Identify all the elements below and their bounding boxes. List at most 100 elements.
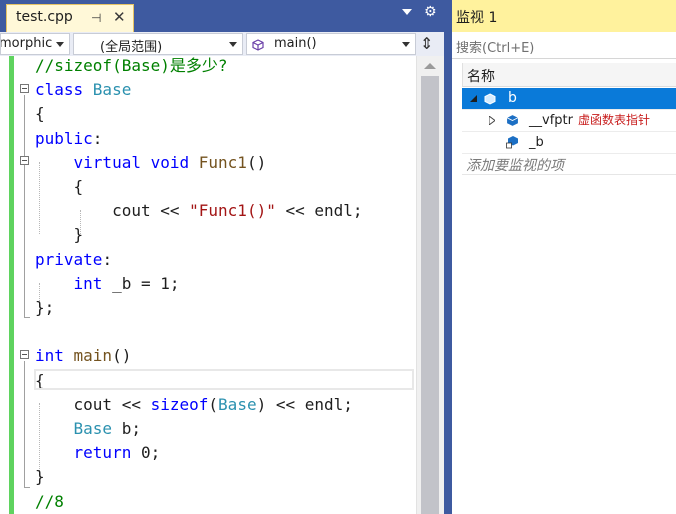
code-token: () bbox=[112, 346, 132, 366]
fold-toggle-class[interactable] bbox=[20, 84, 29, 93]
function-dropdown-value: main() bbox=[274, 36, 317, 51]
watch-row-b-name: b bbox=[508, 90, 517, 106]
project-dropdown-value: morphic bbox=[0, 36, 53, 51]
code-token: }; bbox=[35, 298, 55, 317]
code-line[interactable]: } bbox=[35, 465, 45, 489]
outline-end bbox=[24, 487, 30, 488]
code-token: cout bbox=[35, 394, 122, 414]
code-line[interactable]: cout << sizeof(Base) << endl; bbox=[35, 393, 353, 417]
code-token: Base bbox=[35, 419, 122, 438]
watch-window-title: 监视 1 bbox=[456, 10, 498, 26]
code-line[interactable]: }; bbox=[35, 296, 54, 320]
code-token: class bbox=[35, 80, 93, 100]
code-token: //8 bbox=[35, 491, 64, 511]
code-token: Base bbox=[218, 394, 257, 414]
chevron-down-icon bbox=[229, 42, 237, 47]
code-token: () bbox=[246, 152, 267, 172]
code-token: main bbox=[73, 346, 113, 366]
outline-line bbox=[24, 167, 25, 233]
code-line[interactable]: //8 bbox=[35, 490, 64, 514]
code-token: virtual bbox=[35, 152, 151, 172]
code-token: << bbox=[160, 201, 190, 221]
watch-row-_b-name: _b bbox=[529, 135, 544, 150]
code-token: : bbox=[102, 249, 113, 269]
variable-icon bbox=[484, 93, 496, 105]
tab-test-cpp[interactable]: test.cpp ⊣ ✕ bbox=[6, 4, 134, 32]
fold-toggle-func1[interactable] bbox=[20, 156, 29, 165]
code-line[interactable]: private: bbox=[35, 248, 112, 272]
code-line[interactable]: int _b = 1; bbox=[35, 272, 180, 296]
code-token: b; bbox=[121, 419, 141, 438]
code-line[interactable]: public: bbox=[35, 127, 102, 151]
watch-column-header[interactable]: 名称 bbox=[462, 63, 676, 87]
method-icon bbox=[252, 39, 264, 51]
code-line[interactable]: class Base bbox=[35, 78, 131, 102]
pin-icon[interactable]: ⊣ bbox=[91, 11, 101, 25]
collapse-arrow-icon[interactable] bbox=[470, 95, 478, 103]
code-token: "Func1()" bbox=[189, 201, 276, 221]
watch-search-placeholder: 搜索(Ctrl+E) bbox=[456, 41, 535, 56]
close-icon[interactable]: ✕ bbox=[113, 8, 126, 26]
scope-dropdown[interactable]: (全局范围) bbox=[73, 33, 243, 55]
code-token: << endl; bbox=[275, 201, 363, 221]
add-watch-row[interactable]: 添加要监视的项 bbox=[462, 153, 676, 175]
panel-splitter[interactable] bbox=[444, 0, 452, 514]
outline-end bbox=[24, 317, 30, 318]
code-line[interactable]: cout << "Func1()" << endl; bbox=[35, 199, 363, 223]
code-line[interactable]: { bbox=[35, 175, 84, 199]
code-token: private bbox=[35, 249, 103, 269]
watch-row-b[interactable]: b bbox=[462, 88, 676, 110]
column-name-label: 名称 bbox=[467, 69, 495, 85]
code-token: _b = 1; bbox=[112, 273, 180, 293]
add-watch-hint: 添加要监视的项 bbox=[466, 158, 564, 174]
code-line[interactable]: } bbox=[35, 223, 84, 247]
tab-title: test.cpp bbox=[16, 9, 73, 25]
code-line[interactable]: { bbox=[35, 102, 45, 126]
code-token: << bbox=[121, 394, 151, 414]
expand-arrow-icon[interactable] bbox=[489, 116, 495, 125]
vfptr-annotation: 虚函数表指针 bbox=[578, 113, 651, 127]
code-line[interactable]: return 0; bbox=[35, 441, 161, 465]
code-editor[interactable]: //sizeof(Base)是多少? class Base{public: vir… bbox=[0, 56, 416, 514]
code-token: int bbox=[35, 273, 113, 293]
private-field-icon bbox=[506, 136, 518, 149]
code-token: //sizeof(Base)是多少? bbox=[35, 56, 228, 75]
watch-window-title-bar: 监视 1 bbox=[452, 0, 676, 32]
code-token: } bbox=[35, 225, 84, 245]
project-dropdown[interactable]: morphic bbox=[0, 33, 70, 55]
scope-dropdown-value: (全局范围) bbox=[100, 40, 163, 55]
tab-list-dropdown-icon[interactable] bbox=[402, 9, 412, 15]
code-token: return bbox=[35, 443, 141, 463]
code-token: 0; bbox=[140, 443, 161, 463]
code-token: { bbox=[35, 177, 84, 196]
gear-icon[interactable]: ⚙ bbox=[424, 4, 437, 20]
chevron-down-icon bbox=[402, 42, 410, 47]
code-token: Base bbox=[92, 80, 132, 100]
code-token: } bbox=[35, 467, 45, 487]
code-line[interactable]: virtual void Func1() bbox=[35, 151, 267, 175]
outline-line bbox=[24, 361, 25, 487]
scroll-up-icon[interactable] bbox=[424, 63, 436, 69]
split-editor-icon[interactable]: ⇕ bbox=[420, 34, 433, 53]
watch-row-vfptr-name: __vfptr bbox=[529, 113, 573, 128]
watch-row-vfptr[interactable]: __vfptr 虚函数表指针 bbox=[462, 110, 676, 132]
watch-search-input[interactable]: 搜索(Ctrl+E) bbox=[452, 33, 676, 59]
current-line-highlight bbox=[34, 369, 414, 390]
code-line[interactable]: //sizeof(Base)是多少? bbox=[35, 56, 228, 78]
code-token: : bbox=[92, 128, 103, 148]
code-line[interactable]: Base b; bbox=[35, 417, 141, 441]
scroll-thumb[interactable] bbox=[421, 76, 439, 514]
code-token: Func1 bbox=[198, 152, 247, 172]
chevron-down-icon bbox=[56, 42, 64, 47]
code-line[interactable]: int main() bbox=[35, 344, 131, 368]
function-dropdown[interactable]: main() bbox=[246, 33, 416, 55]
change-tracking-bar bbox=[9, 56, 14, 514]
code-token: void bbox=[150, 152, 199, 172]
fold-toggle-main[interactable] bbox=[20, 350, 29, 359]
code-token: public bbox=[35, 128, 93, 148]
code-token: ) << endl; bbox=[256, 394, 353, 414]
watch-row-_b[interactable]: _b bbox=[462, 132, 676, 154]
code-token: int bbox=[35, 346, 74, 366]
variable-icon bbox=[506, 115, 519, 126]
code-token: sizeof bbox=[150, 394, 209, 414]
